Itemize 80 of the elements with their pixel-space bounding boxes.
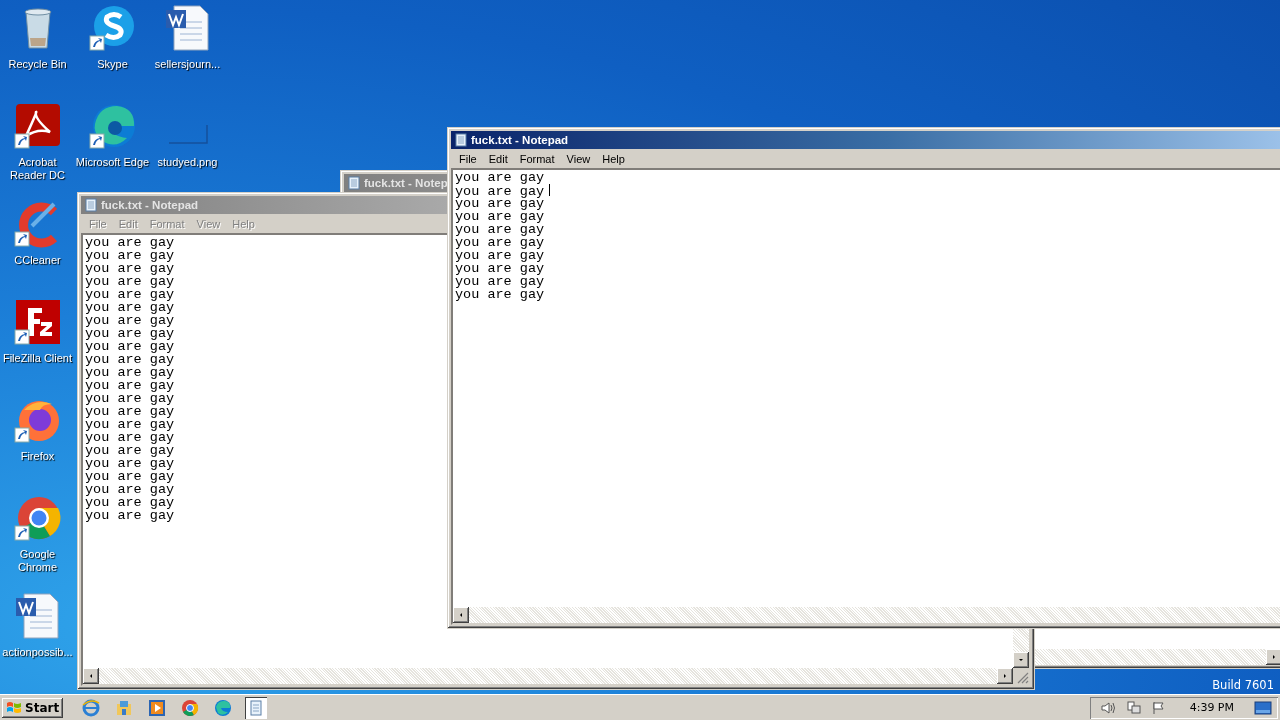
menu-item[interactable]: Help xyxy=(226,217,261,230)
chat-app-icon xyxy=(88,4,137,52)
flag-icon[interactable] xyxy=(1151,700,1166,715)
chrome-icon[interactable] xyxy=(180,697,201,718)
window-title: fuck.txt - Notep xyxy=(364,177,448,189)
scroll-left-button[interactable] xyxy=(83,668,99,684)
text-line: you are gay xyxy=(85,444,175,457)
text-line: you are gay xyxy=(85,327,175,340)
text-line: you are gay xyxy=(455,223,545,236)
text-line: you are gay xyxy=(85,457,175,470)
text-line: you are gay xyxy=(85,314,175,327)
chrome-icon xyxy=(13,494,62,542)
arrow-icon xyxy=(89,672,93,680)
image-file-icon xyxy=(167,124,208,144)
notepad-icon xyxy=(454,133,468,147)
text-line: you are gay xyxy=(85,509,175,522)
notepad-taskbar-button[interactable] xyxy=(245,696,268,719)
scroll-left-button[interactable] xyxy=(453,607,469,623)
ftp-app-icon xyxy=(13,298,62,346)
text-line: you are gay xyxy=(85,431,175,444)
scroll-right-button[interactable] xyxy=(997,668,1013,684)
build-label: Build 7601 xyxy=(1212,678,1274,692)
text-line: you are gay xyxy=(85,301,175,314)
menu-item[interactable]: Edit xyxy=(112,217,144,230)
show-desktop-icon[interactable] xyxy=(1254,700,1272,715)
text-line: you are gay xyxy=(85,288,175,301)
resize-grip-icon[interactable] xyxy=(1017,672,1029,684)
browser-e-icon[interactable] xyxy=(81,697,102,718)
text-line: you are gay xyxy=(455,236,545,249)
menu-item[interactable]: View xyxy=(190,217,227,230)
text-line: you are gay xyxy=(85,236,175,249)
arrow-icon xyxy=(1272,653,1276,661)
media-player-icon[interactable] xyxy=(147,697,168,718)
speaker-icon[interactable] xyxy=(1099,700,1116,715)
menu-item[interactable]: File xyxy=(83,217,113,230)
word-document-icon xyxy=(163,4,212,52)
text-line: you are gay xyxy=(85,340,175,353)
notepad-icon xyxy=(84,198,98,212)
menu-item[interactable]: Edit xyxy=(482,152,514,165)
text-line: you are gay xyxy=(85,366,175,379)
arrow-icon xyxy=(459,611,463,619)
edge-wave-icon[interactable] xyxy=(213,697,234,718)
scroll-down-button[interactable] xyxy=(1013,652,1029,668)
text-line: you are gay xyxy=(85,496,175,509)
text-line: you are gay xyxy=(455,197,545,210)
window-title: fuck.txt - Notepad xyxy=(471,134,569,146)
word-document-icon xyxy=(13,592,62,640)
text-line: you are gay xyxy=(85,275,175,288)
menu-item[interactable]: Help xyxy=(596,152,631,165)
text-line: you are gay xyxy=(85,379,175,392)
text-line: you are gay xyxy=(85,405,175,418)
text-line: you are gay xyxy=(85,470,175,483)
window-title: fuck.txt - Notepad xyxy=(101,199,199,211)
menu-item[interactable]: Format xyxy=(513,152,561,165)
text-line: you are gay xyxy=(85,418,175,431)
text-line: you are gay xyxy=(85,483,175,496)
menu-item[interactable]: View xyxy=(560,152,597,165)
text-line: you are gay xyxy=(455,275,545,288)
text-line: you are gay xyxy=(455,210,545,223)
network-icon[interactable] xyxy=(1125,700,1142,715)
text-line: you are gay xyxy=(85,262,175,275)
text-line: you are gay xyxy=(85,392,175,405)
pdf-app-icon xyxy=(13,102,62,150)
scroll-right-button[interactable] xyxy=(1266,649,1280,665)
menu-item[interactable]: File xyxy=(453,152,483,165)
text-line: you are gay xyxy=(455,184,551,197)
text-line: you are gay xyxy=(455,249,545,262)
text-line: you are gay xyxy=(455,171,545,184)
text-line: you are gay xyxy=(455,262,545,275)
menu-item[interactable]: Format xyxy=(143,217,191,230)
start-button[interactable]: Start xyxy=(2,697,64,718)
edge-wave-icon xyxy=(88,102,137,150)
text-line: you are gay xyxy=(85,353,175,366)
text-line: you are gay xyxy=(85,249,175,262)
text-line: you are gay xyxy=(455,288,545,301)
clock[interactable]: 4:39 PM xyxy=(1189,701,1234,714)
notepad-icon xyxy=(347,176,361,190)
windows-flag-icon xyxy=(6,700,22,715)
arrow-icon xyxy=(1003,672,1007,680)
arrow-icon xyxy=(1017,658,1025,662)
